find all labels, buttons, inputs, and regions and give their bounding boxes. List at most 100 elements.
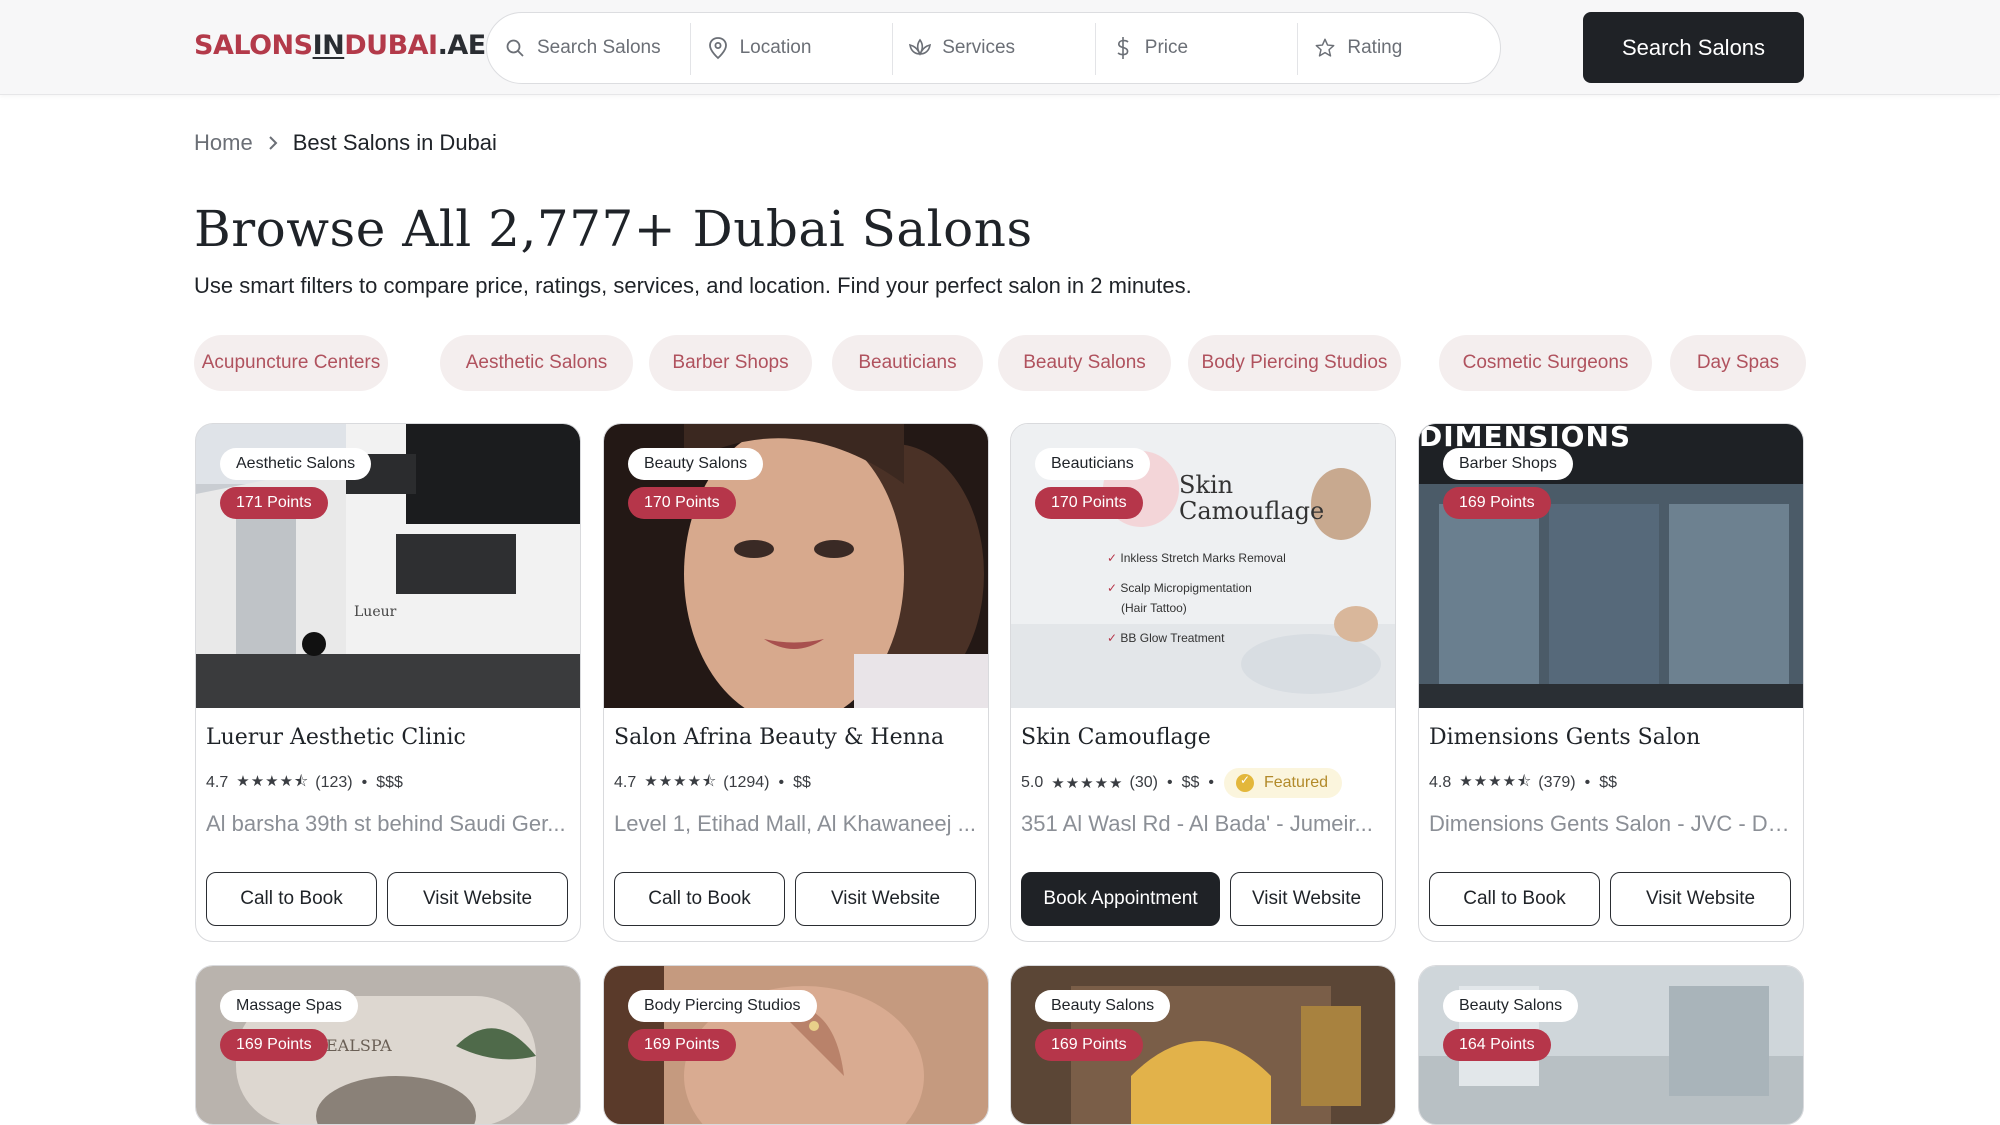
salon-address: 351 Al Wasl Rd - Al Bada' - Jumeir... [1021, 811, 1373, 836]
site-header: SALONSINDUBAI.AE Search Salons Location … [0, 0, 2000, 95]
call-to-book-button[interactable]: Call to Book [206, 872, 377, 926]
price-level: $$$ [376, 774, 403, 791]
rating-value: 4.7 [206, 774, 229, 791]
category-badge: Beauticians [1035, 448, 1150, 480]
points-badge: 170 Points [1035, 487, 1143, 519]
logo-text-ae: .AE [437, 30, 487, 61]
rating-value: 5.0 [1021, 774, 1044, 791]
salon-card[interactable]: Beauty Salons 164 Points [1418, 965, 1804, 1125]
call-to-book-button[interactable]: Call to Book [1429, 872, 1600, 926]
service-item: ✓ Inkless Stretch Marks Removal [1107, 551, 1286, 565]
points-badge: 169 Points [1035, 1029, 1143, 1061]
salon-photo[interactable]: EALSPA Massage Spas 169 Points [196, 966, 580, 1124]
rating-row: 4.7 ★★★★⯪ (123) • $$$ [206, 769, 570, 797]
location-placeholder: Location [739, 37, 812, 58]
badge-check-icon [1235, 773, 1254, 792]
category-badge: Beauty Salons [628, 448, 764, 480]
search-salons-field[interactable]: Search Salons [487, 13, 690, 83]
salon-photo[interactable]: Skin Camouflage ✓ Inkless Stretch Marks … [1011, 424, 1395, 708]
page-title: Browse All 2,777+ Dubai Salons [194, 200, 1033, 258]
rating-row: 5.0 ★★★★★ (30) • $$ • Featured [1021, 768, 1385, 798]
salon-name[interactable]: Luerur Aesthetic Clinic [206, 725, 570, 755]
rating-row: 4.7 ★★★★⯪ (1294) • $$ [614, 769, 978, 797]
salon-photo[interactable]: Beauty Salons 170 Points [604, 424, 988, 708]
breadcrumb-home-link[interactable]: Home [194, 130, 253, 156]
visit-website-button[interactable]: Visit Website [1610, 872, 1791, 926]
site-logo[interactable]: SALONSINDUBAI.AE [194, 30, 486, 61]
rating-stars-icon: ★★★★⯪ [1459, 772, 1533, 790]
salon-card[interactable]: Lueur Aesthetic Salons 171 Points Luerur… [195, 423, 581, 942]
spa-sign: EALSPA [326, 1036, 392, 1055]
points-badge: 169 Points [628, 1029, 736, 1061]
separator-dot: • [778, 774, 785, 791]
salon-photo[interactable]: Lueur Aesthetic Salons 171 Points [196, 424, 580, 708]
points-badge: 169 Points [1443, 487, 1551, 519]
salon-photo[interactable]: Beauty Salons 169 Points [1011, 966, 1395, 1124]
chip-day-spas[interactable]: Day Spas [1670, 335, 1806, 391]
category-badge: Beauty Salons [1035, 990, 1171, 1022]
chip-aesthetic-salons[interactable]: Aesthetic Salons [440, 335, 633, 391]
category-badge: Massage Spas [220, 990, 358, 1022]
search-salons-placeholder: Search Salons [537, 37, 661, 58]
price-field[interactable]: Price [1094, 13, 1298, 83]
service-item: (Hair Tattoo) [1121, 601, 1187, 615]
points-badge: 169 Points [220, 1029, 328, 1061]
salon-photo[interactable]: DIMENSIONS Barber Shops 169 Points [1419, 424, 1803, 708]
price-level: $$ [793, 774, 811, 791]
search-salons-button[interactable]: Search Salons [1583, 12, 1804, 83]
separator-dot: • [361, 774, 368, 791]
visit-website-button[interactable]: Visit Website [795, 872, 976, 926]
services-placeholder: Services [942, 37, 1016, 58]
location-field[interactable]: Location [689, 13, 893, 83]
review-count: (30) [1129, 774, 1158, 791]
page-subtitle: Use smart filters to compare price, rati… [194, 273, 1192, 298]
chip-acupuncture-centers[interactable]: Acupuncture Centers [194, 335, 388, 391]
review-count: (1294) [723, 774, 770, 791]
star-icon [1313, 36, 1337, 60]
rating-field[interactable]: Rating [1297, 13, 1500, 83]
chip-body-piercing-studios[interactable]: Body Piercing Studios [1188, 335, 1401, 391]
points-badge: 164 Points [1443, 1029, 1551, 1061]
salon-card[interactable]: Skin Camouflage ✓ Inkless Stretch Marks … [1010, 423, 1396, 942]
review-count: (379) [1538, 774, 1576, 791]
salon-card[interactable]: Beauty Salons 170 Points Salon Afrina Be… [603, 423, 989, 942]
lotus-icon [908, 36, 932, 60]
dollar-icon [1111, 36, 1135, 60]
logo-text-in: IN [312, 30, 345, 61]
rating-row: 4.8 ★★★★⯪ (379) • $$ [1429, 769, 1793, 797]
salon-name[interactable]: Skin Camouflage [1021, 725, 1385, 755]
call-to-book-button[interactable]: Call to Book [614, 872, 785, 926]
points-badge: 171 Points [220, 487, 328, 519]
service-item: ✓ Scalp Micropigmentation [1107, 581, 1252, 595]
visit-website-button[interactable]: Visit Website [1230, 872, 1383, 926]
salon-photo[interactable]: Body Piercing Studios 169 Points [604, 966, 988, 1124]
luerur-sign: Lueur [354, 604, 397, 620]
salon-card[interactable]: Beauty Salons 169 Points [1010, 965, 1396, 1125]
salon-card[interactable]: Body Piercing Studios 169 Points [603, 965, 989, 1125]
skin-services-list: ✓ Inkless Stretch Marks Removal ✓ Scalp … [1107, 548, 1286, 648]
chip-barber-shops[interactable]: Barber Shops [649, 335, 812, 391]
rating-stars-icon: ★★★★⯪ [644, 772, 718, 790]
location-pin-icon [706, 36, 730, 60]
salon-address: Level 1, Etihad Mall, Al Khawaneej ... [614, 811, 976, 836]
points-badge: 170 Points [628, 487, 736, 519]
chip-cosmetic-surgeons[interactable]: Cosmetic Surgeons [1439, 335, 1652, 391]
separator-dot: • [1166, 774, 1173, 791]
category-badge: Barber Shops [1443, 448, 1573, 480]
breadcrumb-current: Best Salons in Dubai [292, 130, 497, 155]
logo-text-salons: SALONS [194, 30, 313, 61]
services-field[interactable]: Services [892, 13, 1095, 83]
salon-card[interactable]: DIMENSIONS Barber Shops 169 Points Dimen… [1418, 423, 1804, 942]
visit-website-button[interactable]: Visit Website [387, 872, 568, 926]
review-count: (123) [315, 774, 353, 791]
chip-beauticians[interactable]: Beauticians [832, 335, 983, 391]
logo-text-dubai: DUBAI [344, 30, 438, 61]
salon-name[interactable]: Salon Afrina Beauty & Henna [614, 725, 978, 755]
chevron-right-icon [267, 134, 279, 152]
category-badge: Beauty Salons [1443, 990, 1579, 1022]
salon-card[interactable]: EALSPA Massage Spas 169 Points [195, 965, 581, 1125]
salon-photo[interactable]: Beauty Salons 164 Points [1419, 966, 1803, 1124]
salon-name[interactable]: Dimensions Gents Salon [1429, 725, 1793, 755]
book-appointment-button[interactable]: Book Appointment [1021, 872, 1220, 926]
chip-beauty-salons[interactable]: Beauty Salons [998, 335, 1171, 391]
